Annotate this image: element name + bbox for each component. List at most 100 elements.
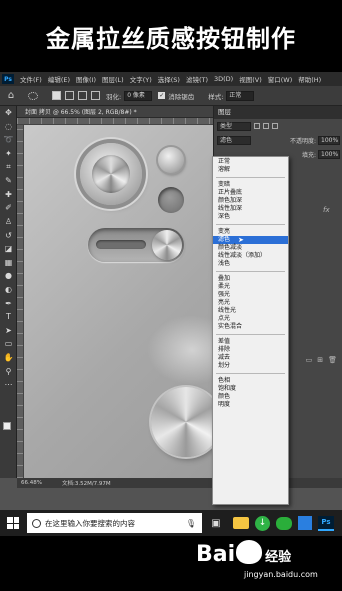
- feather-input[interactable]: 0 像素: [124, 90, 153, 101]
- style-label: 样式:: [208, 92, 224, 101]
- blend-subtract[interactable]: 减去: [213, 354, 288, 362]
- marquee-tool-icon[interactable]: ◌: [0, 120, 17, 134]
- blend-color-dodge[interactable]: 颜色减淡: [213, 244, 288, 252]
- blend-color[interactable]: 颜色: [213, 393, 288, 401]
- vertical-ruler: [17, 125, 24, 478]
- blend-overlay[interactable]: 叠加: [213, 275, 288, 283]
- intersect-selection-icon[interactable]: [91, 91, 100, 100]
- photoshop-taskbar-icon[interactable]: Ps: [318, 515, 334, 531]
- blend-mode-select[interactable]: 滤色: [217, 135, 251, 145]
- download-app-icon[interactable]: ↓: [255, 515, 270, 531]
- menu-type[interactable]: 文字(Y): [127, 74, 155, 84]
- menu-edit[interactable]: 编辑(E): [45, 74, 73, 84]
- blend-darker-color[interactable]: 深色: [213, 213, 288, 221]
- tab-layers[interactable]: 图层: [214, 106, 342, 119]
- antialias-checkbox[interactable]: ✓: [158, 92, 166, 99]
- windows-start-icon[interactable]: [7, 517, 19, 529]
- blend-screen[interactable]: 滤色 ➤: [213, 236, 288, 244]
- dodge-tool-icon[interactable]: ◐: [0, 283, 17, 297]
- blend-multiply[interactable]: 正片叠底: [213, 189, 288, 197]
- file-explorer-icon[interactable]: [233, 517, 249, 529]
- new-layer-icon[interactable]: ⊞: [317, 356, 323, 364]
- eyedropper-tool-icon[interactable]: ✎: [0, 174, 17, 188]
- move-tool-icon[interactable]: ✥: [0, 106, 17, 120]
- zoom-level[interactable]: 66.48%: [21, 480, 42, 486]
- menu-help[interactable]: 帮助(H): [295, 74, 324, 84]
- blend-darken[interactable]: 变暗: [213, 181, 288, 189]
- brand-right: 经验: [265, 550, 292, 565]
- filter-pixel-icon[interactable]: [254, 123, 260, 129]
- options-bar: ⌂ 羽化: 0 像素 ✓ 消除锯齿 样式: 正常: [0, 86, 342, 106]
- brush-tool-icon[interactable]: ✐: [0, 201, 17, 215]
- healing-tool-icon[interactable]: ✚: [0, 188, 17, 202]
- fill-input[interactable]: 100%: [318, 149, 340, 159]
- task-view-icon[interactable]: ▣: [205, 512, 227, 534]
- wechat-icon[interactable]: [276, 516, 292, 530]
- zoom-tool-icon[interactable]: ⚲: [0, 364, 17, 378]
- blend-pin-light[interactable]: 点光: [213, 315, 288, 323]
- blend-dissolve[interactable]: 溶解: [213, 166, 288, 174]
- elliptical-marquee-icon[interactable]: [28, 91, 38, 100]
- blend-linear-dodge[interactable]: 线性减淡（添加）: [213, 252, 288, 260]
- blend-difference[interactable]: 差值: [213, 338, 288, 346]
- menu-layer[interactable]: 图层(L): [99, 74, 127, 84]
- eraser-tool-icon[interactable]: ◪: [0, 242, 17, 256]
- menu-window[interactable]: 窗口(W): [265, 74, 296, 84]
- foreground-color-swatch[interactable]: [3, 422, 11, 430]
- opacity-input[interactable]: 100%: [318, 135, 340, 145]
- blend-lighter-color[interactable]: 浅色: [213, 260, 288, 268]
- blend-lighten[interactable]: 变亮: [213, 228, 288, 236]
- new-selection-icon[interactable]: [52, 91, 61, 100]
- type-tool-icon[interactable]: T: [0, 310, 17, 324]
- blend-normal[interactable]: 正常: [213, 158, 288, 166]
- blend-color-burn[interactable]: 颜色加深: [213, 197, 288, 205]
- add-selection-icon[interactable]: [65, 91, 74, 100]
- feather-label: 羽化:: [106, 92, 122, 101]
- blend-linear-burn[interactable]: 线性加深: [213, 205, 288, 213]
- blend-divide[interactable]: 划分: [213, 362, 288, 370]
- hand-tool-icon[interactable]: ✋: [0, 351, 17, 365]
- gradient-tool-icon[interactable]: ▦: [0, 256, 17, 270]
- microphone-icon[interactable]: 🎙: [186, 519, 196, 528]
- menu-filter[interactable]: 滤镜(T): [183, 74, 211, 84]
- blend-saturation[interactable]: 饱和度: [213, 385, 288, 393]
- layer-effects-icon[interactable]: fx: [323, 206, 330, 214]
- menu-file[interactable]: 文件(F): [17, 74, 45, 84]
- layer-kind-filter[interactable]: 类型: [217, 121, 251, 131]
- delete-layer-icon[interactable]: 🗑: [328, 356, 337, 364]
- document-canvas[interactable]: [24, 125, 213, 478]
- app-icon[interactable]: [298, 516, 312, 530]
- home-icon[interactable]: ⌂: [4, 89, 18, 103]
- more-tools-icon[interactable]: ⋯: [0, 378, 17, 392]
- blur-tool-icon[interactable]: ●: [0, 269, 17, 283]
- style-select[interactable]: 正常: [226, 90, 255, 101]
- history-brush-tool-icon[interactable]: ↺: [0, 228, 17, 242]
- blend-exclusion[interactable]: 排除: [213, 346, 288, 354]
- blend-hue[interactable]: 色相: [213, 377, 288, 385]
- subtract-selection-icon[interactable]: [78, 91, 87, 100]
- filter-type-icon[interactable]: [272, 123, 278, 129]
- filter-adjustment-icon[interactable]: [263, 123, 269, 129]
- baidu-paw-icon: [236, 540, 263, 564]
- menu-view[interactable]: 视图(V): [236, 74, 265, 84]
- blend-vivid-light[interactable]: 亮光: [213, 299, 288, 307]
- blend-linear-light[interactable]: 线性光: [213, 307, 288, 315]
- pen-tool-icon[interactable]: ✒: [0, 296, 17, 310]
- blend-luminosity[interactable]: 明度: [213, 401, 288, 409]
- shape-tool-icon[interactable]: ▭: [0, 337, 17, 351]
- stamp-tool-icon[interactable]: ♙: [0, 215, 17, 229]
- document-tab[interactable]: 封面 拷贝 @ 66.5% (图层 2, RGB/8#) *: [17, 106, 213, 118]
- taskbar-search-box[interactable]: 在这里输入你要搜索的内容 🎙: [27, 513, 202, 533]
- new-folder-icon[interactable]: ▭: [306, 356, 313, 364]
- lasso-tool-icon[interactable]: ➰: [0, 133, 17, 147]
- blend-hard-mix[interactable]: 实色混合: [213, 323, 288, 331]
- menu-image[interactable]: 图像(I): [73, 74, 99, 84]
- crop-tool-icon[interactable]: ⌗: [0, 160, 17, 174]
- menu-select[interactable]: 选择(S): [155, 74, 183, 84]
- menu-3d[interactable]: 3D(D): [211, 75, 236, 83]
- blend-soft-light[interactable]: 柔光: [213, 283, 288, 291]
- magic-wand-tool-icon[interactable]: ✦: [0, 147, 17, 161]
- photoshop-window: Ps 文件(F) 编辑(E) 图像(I) 图层(L) 文字(Y) 选择(S) 滤…: [0, 72, 342, 510]
- blend-hard-light[interactable]: 强光: [213, 291, 288, 299]
- path-selection-tool-icon[interactable]: ➤: [0, 324, 17, 338]
